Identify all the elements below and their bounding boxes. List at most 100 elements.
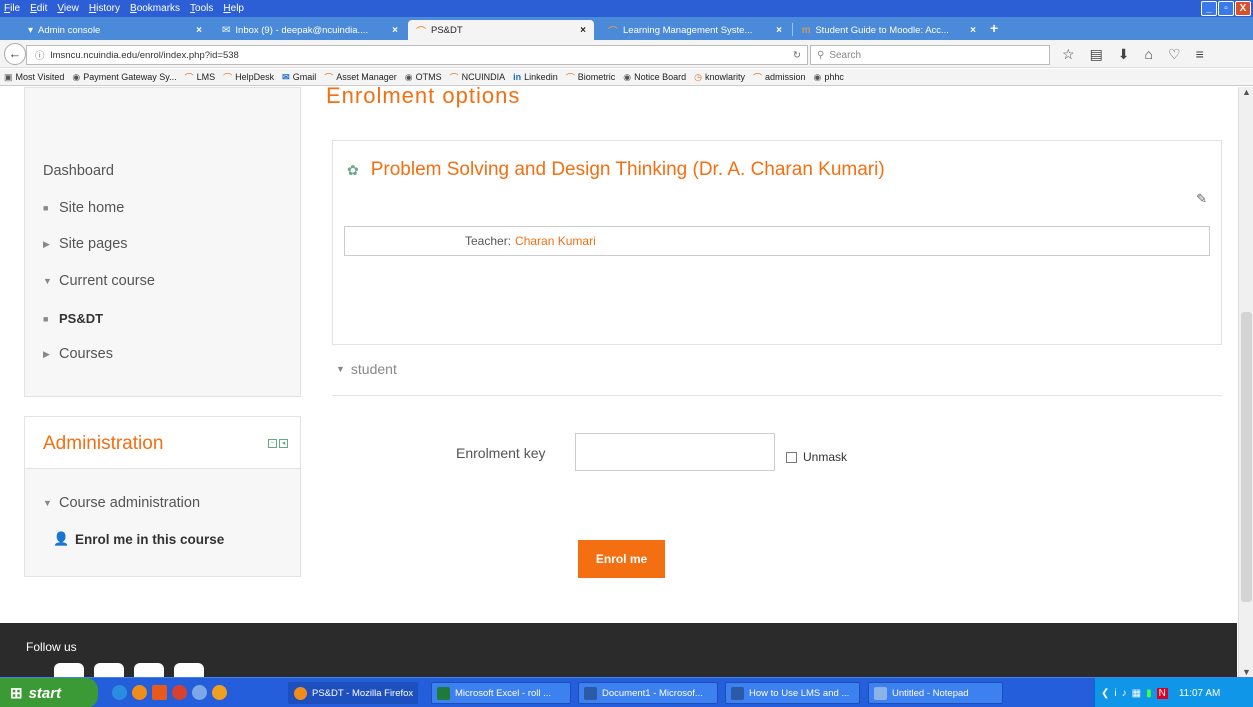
linkedin-icon: in <box>513 72 522 82</box>
tab-label: Inbox (9) - deepak@ncuindia.... <box>235 24 369 36</box>
menu-edit[interactable]: Edit <box>30 3 47 14</box>
menu-hamburger-icon[interactable]: ≡ <box>1196 46 1204 63</box>
nav-course-psdt[interactable]: ■ PS&DT <box>43 311 103 326</box>
enrol-me-link[interactable]: 👤 Enrol me in this course <box>53 531 224 547</box>
info-icon[interactable]: ⓘ <box>35 48 45 62</box>
close-icon[interactable]: × <box>196 25 202 36</box>
bookmark-admission[interactable]: ⌒ admission <box>753 71 806 84</box>
tray-info-icon[interactable]: i <box>1114 688 1116 699</box>
scroll-up-icon[interactable]: ▲ <box>1239 87 1253 97</box>
bookmark-knowlarity[interactable]: ◷ knowlarity <box>694 72 745 83</box>
edit-icon[interactable]: ✎ <box>1196 191 1207 207</box>
url-bar[interactable]: ⓘ lmsncu.ncuindia.edu/enrol/index.php?id… <box>26 45 808 65</box>
close-icon[interactable]: × <box>970 25 976 36</box>
teacher-name-link[interactable]: Charan Kumari <box>515 234 596 248</box>
pocket-icon[interactable]: ♡ <box>1168 46 1181 63</box>
ie-icon[interactable] <box>112 685 127 700</box>
tab-inbox[interactable]: ✉ Inbox (9) - deepak@ncuindia.... × <box>214 20 406 40</box>
tab-psdt[interactable]: ⌒ PS&DT × <box>408 20 594 40</box>
moodle-icon: ⌒ <box>449 72 459 83</box>
home-icon[interactable]: ⌂ <box>1145 46 1153 63</box>
new-tab-button[interactable]: + <box>990 20 998 36</box>
gmail-icon: ✉ <box>282 71 290 82</box>
reading-list-icon[interactable]: ▤ <box>1090 46 1103 63</box>
dock-icon[interactable]: ◂ <box>279 439 288 448</box>
office-icon[interactable] <box>152 685 167 700</box>
clock[interactable]: 11:07 AM <box>1179 688 1221 699</box>
close-icon[interactable]: × <box>392 25 398 36</box>
task-word-howto[interactable]: How to Use LMS and ... <box>725 682 860 704</box>
bookmark-otms[interactable]: ◉ OTMS <box>405 72 442 83</box>
search-input[interactable]: ⚲ Search <box>810 45 1050 65</box>
start-button[interactable]: ⊞ start <box>0 678 98 707</box>
google-icon[interactable] <box>134 663 164 677</box>
student-section-toggle[interactable]: ▼ student <box>336 361 397 377</box>
checkbox-icon[interactable] <box>786 451 797 463</box>
menu-file[interactable]: File <box>4 3 20 14</box>
facebook-icon[interactable] <box>54 663 84 677</box>
chrome-icon[interactable] <box>172 685 187 700</box>
menu-view[interactable]: View <box>57 3 79 14</box>
nav-course-administration[interactable]: ▼ Course administration <box>43 495 200 511</box>
bookmark-linkedin[interactable]: in Linkedin <box>513 72 558 82</box>
bullet-icon: ■ <box>43 203 49 213</box>
task-firefox[interactable]: PS&DT - Mozilla Firefox <box>288 682 418 704</box>
bookmark-biometric[interactable]: ⌒ Biometric <box>566 71 616 84</box>
network-icon[interactable] <box>192 685 207 700</box>
collapse-icon[interactable]: − <box>268 439 277 448</box>
nav-site-pages[interactable]: ▶ Site pages <box>43 236 128 252</box>
firefox-icon[interactable] <box>132 685 147 700</box>
firefox-icon <box>294 686 307 700</box>
bookmark-notice-board[interactable]: ◉ Notice Board <box>623 72 686 83</box>
scroll-down-icon[interactable]: ▼ <box>1239 667 1253 677</box>
youtube-icon[interactable] <box>174 663 204 677</box>
enrolment-key-input[interactable] <box>575 433 775 471</box>
menu-tools[interactable]: Tools <box>190 3 213 14</box>
network-tray-icon[interactable]: ▦ <box>1132 688 1141 699</box>
antivirus-icon[interactable]: N <box>1156 687 1168 699</box>
course-title[interactable]: ✿ Problem Solving and Design Thinking (D… <box>347 159 885 181</box>
moodle-icon: m <box>802 24 811 36</box>
enrol-me-button[interactable]: Enrol me <box>578 540 665 578</box>
nav-current-course[interactable]: ▼ Current course <box>43 273 155 289</box>
task-notepad[interactable]: Untitled - Notepad <box>868 682 1003 704</box>
bookmark-most-visited[interactable]: ▣ Most Visited <box>4 72 64 83</box>
bookmark-lms[interactable]: ⌒ LMS <box>185 71 216 84</box>
twitter-icon[interactable] <box>94 663 124 677</box>
bookmark-phhc[interactable]: ◉ phhc <box>814 72 844 83</box>
menu-bookmarks[interactable]: Bookmarks <box>130 3 180 14</box>
bookmark-asset-manager[interactable]: ⌒ Asset Manager <box>324 71 397 84</box>
minimize-button[interactable]: _ <box>1201 1 1217 16</box>
menu-help[interactable]: Help <box>223 3 244 14</box>
bookmark-helpdesk[interactable]: ⌒ HelpDesk <box>223 71 274 84</box>
back-button[interactable]: ← <box>4 43 26 65</box>
task-word-document1[interactable]: Document1 - Microsof... <box>578 682 718 704</box>
close-icon[interactable]: × <box>580 25 586 36</box>
tab-lms[interactable]: ⌒ Learning Management Syste... × <box>600 20 790 40</box>
unmask-checkbox[interactable]: Unmask <box>786 450 847 464</box>
nav-dashboard[interactable]: Dashboard <box>43 163 114 179</box>
app-icon[interactable] <box>212 685 227 700</box>
bookmark-gmail[interactable]: ✉ Gmail <box>282 72 316 83</box>
tray-expand-icon[interactable]: ❮ <box>1101 688 1109 699</box>
bookmark-ncuindia[interactable]: ⌒ NCUINDIA <box>450 71 506 84</box>
restore-button[interactable]: ▫ <box>1218 1 1234 16</box>
bookmark-star-icon[interactable]: ☆ <box>1062 46 1075 63</box>
scroll-thumb[interactable] <box>1241 312 1252 602</box>
close-icon[interactable]: × <box>776 25 782 36</box>
volume-icon[interactable]: ♪ <box>1122 688 1127 699</box>
menu-history[interactable]: History <box>89 3 120 14</box>
nav-courses[interactable]: ▶ Courses <box>43 346 113 362</box>
signal-icon[interactable]: ▮ <box>1146 688 1152 699</box>
teacher-row: Teacher: Charan Kumari <box>344 226 1210 256</box>
task-excel[interactable]: Microsoft Excel - roll ... <box>431 682 571 704</box>
close-window-button[interactable]: X <box>1235 1 1251 16</box>
nav-site-home[interactable]: ■ Site home <box>43 200 124 216</box>
downloads-icon[interactable]: ⬇ <box>1118 46 1130 63</box>
globe-icon: ◉ <box>72 71 81 82</box>
reload-icon[interactable]: ↻ <box>793 50 801 61</box>
bookmark-payment[interactable]: ◉ Payment Gateway Sy... <box>72 72 176 83</box>
page-scrollbar[interactable]: ▲ ▼ <box>1238 87 1253 677</box>
tab-student-guide[interactable]: m Student Guide to Moodle: Acc... × <box>794 20 984 40</box>
tab-admin-console[interactable]: ▾ Admin console × <box>20 20 210 40</box>
